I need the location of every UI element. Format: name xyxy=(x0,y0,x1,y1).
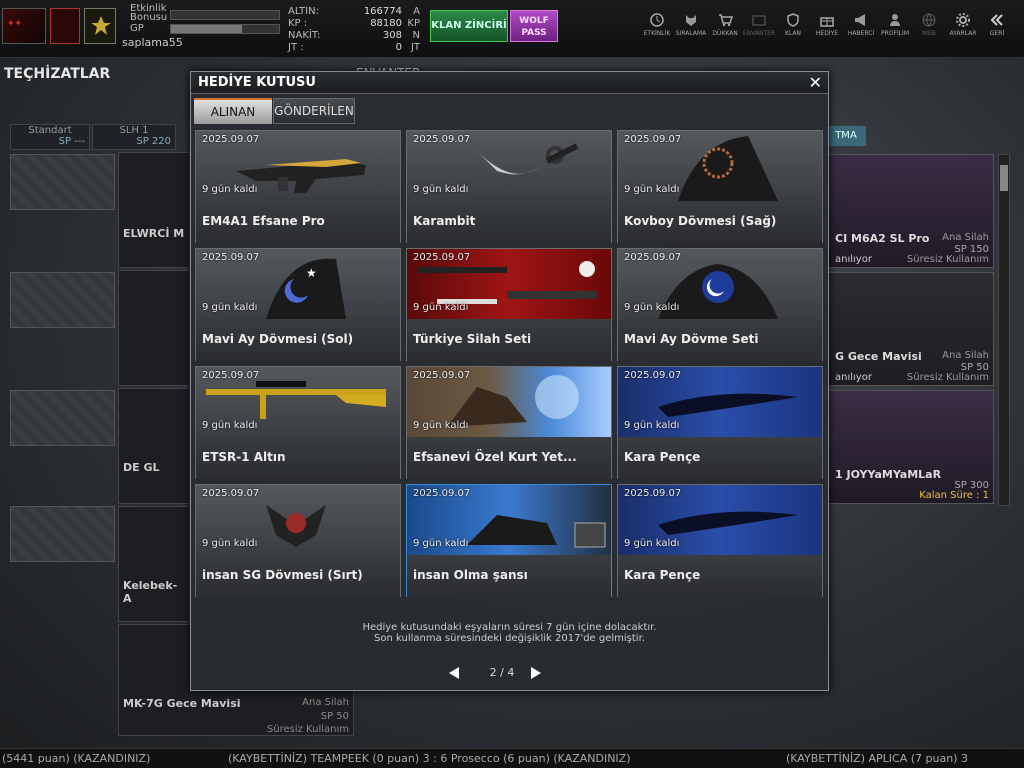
nav-back[interactable]: GERİ xyxy=(980,10,1014,50)
currency-row-kp: KP :88180 KP xyxy=(288,18,420,29)
equipped-item-card[interactable]: DE GL xyxy=(118,388,190,504)
nav-shop[interactable]: DÜKKAN xyxy=(708,10,742,50)
equip-slot[interactable] xyxy=(10,272,115,328)
prev-page-button[interactable] xyxy=(447,666,461,680)
clock-icon xyxy=(650,13,664,27)
inventory-icon xyxy=(752,15,766,26)
nav-settings[interactable]: AYARLAR xyxy=(946,10,980,50)
double-chevron-left-icon xyxy=(990,14,1003,26)
gift-card[interactable]: 2025.09.07 9 gün kaldı Kovboy Dövmesi (Sa… xyxy=(617,130,823,244)
shield-icon xyxy=(787,13,799,27)
gift-notice: Hediye kutusundaki eşyaların süresi 7 gü… xyxy=(191,622,828,644)
equip-slot[interactable] xyxy=(10,154,115,210)
gift-box-dialog: HEDİYE KUTUSU ✕ ALINAN GÖNDERİLEN 2025.0… xyxy=(190,71,829,691)
gp-label: GP xyxy=(130,23,144,34)
nav-profile[interactable]: PROFİLİM xyxy=(878,10,912,50)
news-ticker: (5441 puan) (KAZANDINIZ) (KAYBETTİNİZ) T… xyxy=(0,748,1024,768)
globe-icon xyxy=(922,13,936,27)
gift-card[interactable]: 2025.09.07 9 gün kaldı insan Olma şansı xyxy=(406,484,612,598)
equip-slot[interactable] xyxy=(10,390,115,446)
rank-emblem-icon xyxy=(84,8,116,44)
gift-card[interactable]: 2025.09.07 9 gün kaldı Karambit xyxy=(406,130,612,244)
game-logo: ✦✦ xyxy=(2,8,46,44)
game-screen: ✦✦ Etkinlik Bonusu GP saplama55 ALTIN: 16… xyxy=(0,0,1024,768)
pagination: 2 / 4 xyxy=(191,664,828,684)
nav-messenger[interactable]: HABERCİ xyxy=(844,10,878,50)
wolf-pass-button[interactable]: WOLF PASS xyxy=(510,10,558,42)
wolf-head-icon xyxy=(686,15,696,26)
close-button[interactable]: ✕ xyxy=(809,73,822,92)
nav-inventory[interactable]: ENVANTER xyxy=(742,10,776,50)
top-bar: ✦✦ Etkinlik Bonusu GP saplama55 ALTIN: 16… xyxy=(0,0,1024,58)
nav-event[interactable]: ETKİNLİK xyxy=(640,10,674,50)
equip-tab-standard[interactable]: Standart SP --- xyxy=(10,124,90,150)
gift-card[interactable]: 2025.09.07 9 gün kaldı Kara Pençe xyxy=(617,366,823,480)
gift-card[interactable]: 2025.09.07 9 gün kaldı ETSR-1 Altın xyxy=(195,366,401,480)
gift-card[interactable]: 2025.09.07 9 gün kaldı Mavi Ay Dövme Seti xyxy=(617,248,823,362)
wolf-pass-label-2: PASS xyxy=(521,28,547,38)
bonus-progress-bar xyxy=(170,10,280,20)
currency-row-jt: JT :0 JT xyxy=(288,42,420,53)
dialog-title: HEDİYE KUTUSU xyxy=(198,75,316,90)
currency-row-nakit: NAKİT: 308 N xyxy=(288,30,420,41)
inventory-scrollbar[interactable] xyxy=(998,154,1010,506)
equipped-item-card[interactable] xyxy=(118,270,190,386)
gift-card[interactable]: 2025.09.07 9 gün kaldı Efsanevi Özel Kurt… xyxy=(406,366,612,480)
notice-line-1: Hediye kutusundaki eşyaların süresi 7 gü… xyxy=(362,622,657,633)
gift-card[interactable]: 2025.09.07 9 gün kaldı Türkiye Silah Seti xyxy=(406,248,612,362)
svg-text:★: ★ xyxy=(306,266,317,280)
equip-tab-slot1[interactable]: SLH 1 SP 220 xyxy=(92,124,176,150)
next-page-button[interactable] xyxy=(529,666,543,680)
page-indicator: 2 / 4 xyxy=(489,666,515,679)
currency-panel: ALTIN: 166774 A KP :88180 KP NAKİT: 308 N JT … xyxy=(284,6,424,56)
cart-icon xyxy=(719,14,733,27)
clan-chain-button[interactable]: KLAN ZİNCİRİ xyxy=(430,10,508,42)
gift-card[interactable]: 2025.09.07 9 gün kaldı Kara Pençe xyxy=(617,484,823,598)
gp-progress-bar xyxy=(170,24,280,34)
gift-card[interactable]: 2025.09.07 9 gün kaldı EM4A1 Efsane Pro xyxy=(195,130,401,244)
gift-card[interactable]: 2025.09.07 9 gün kaldı insan SG Dövmesi (… xyxy=(195,484,401,598)
main-nav: ETKİNLİK SIRALAMA DÜKKAN ENVANTER KLAN H… xyxy=(640,10,1024,50)
equipped-item-card[interactable]: ELWRCİ M xyxy=(118,152,190,268)
megaphone-icon xyxy=(855,14,865,26)
gift-grid: 2025.09.07 9 gün kaldı EM4A1 Efsane Pro 2… xyxy=(195,130,825,600)
profile-icon xyxy=(890,14,900,26)
dialog-header: HEDİYE KUTUSU ✕ xyxy=(191,72,828,94)
nav-ranking[interactable]: SIRALAMA xyxy=(674,10,708,50)
clan-badge-icon[interactable] xyxy=(50,8,80,44)
equip-slot[interactable] xyxy=(10,506,115,562)
tab-sent[interactable]: GÖNDERİLEN xyxy=(273,98,355,124)
gift-icon xyxy=(820,17,834,27)
nav-clan[interactable]: KLAN xyxy=(776,10,810,50)
currency-row-altin: ALTIN: 166774 A xyxy=(288,6,420,17)
gear-icon xyxy=(956,13,970,27)
page-title: TEÇHİZATLAR xyxy=(4,66,111,82)
notice-line-2: Son kullanma süresindeki değişiklik 2017… xyxy=(374,633,645,644)
gift-card[interactable]: ★ 2025.09.07 9 gün kaldı Mavi Ay Dövmesi … xyxy=(195,248,401,362)
nav-web[interactable]: WEB xyxy=(912,10,946,50)
wolf-pass-label-1: WOLF xyxy=(519,16,549,26)
bonus-label-2: Bonusu xyxy=(130,12,168,23)
equipped-item-card[interactable]: Kelebek- A xyxy=(118,506,190,622)
nav-gift[interactable]: HEDİYE xyxy=(810,10,844,50)
username: saplama55 xyxy=(122,36,183,49)
tab-received[interactable]: ALINAN xyxy=(194,98,272,124)
